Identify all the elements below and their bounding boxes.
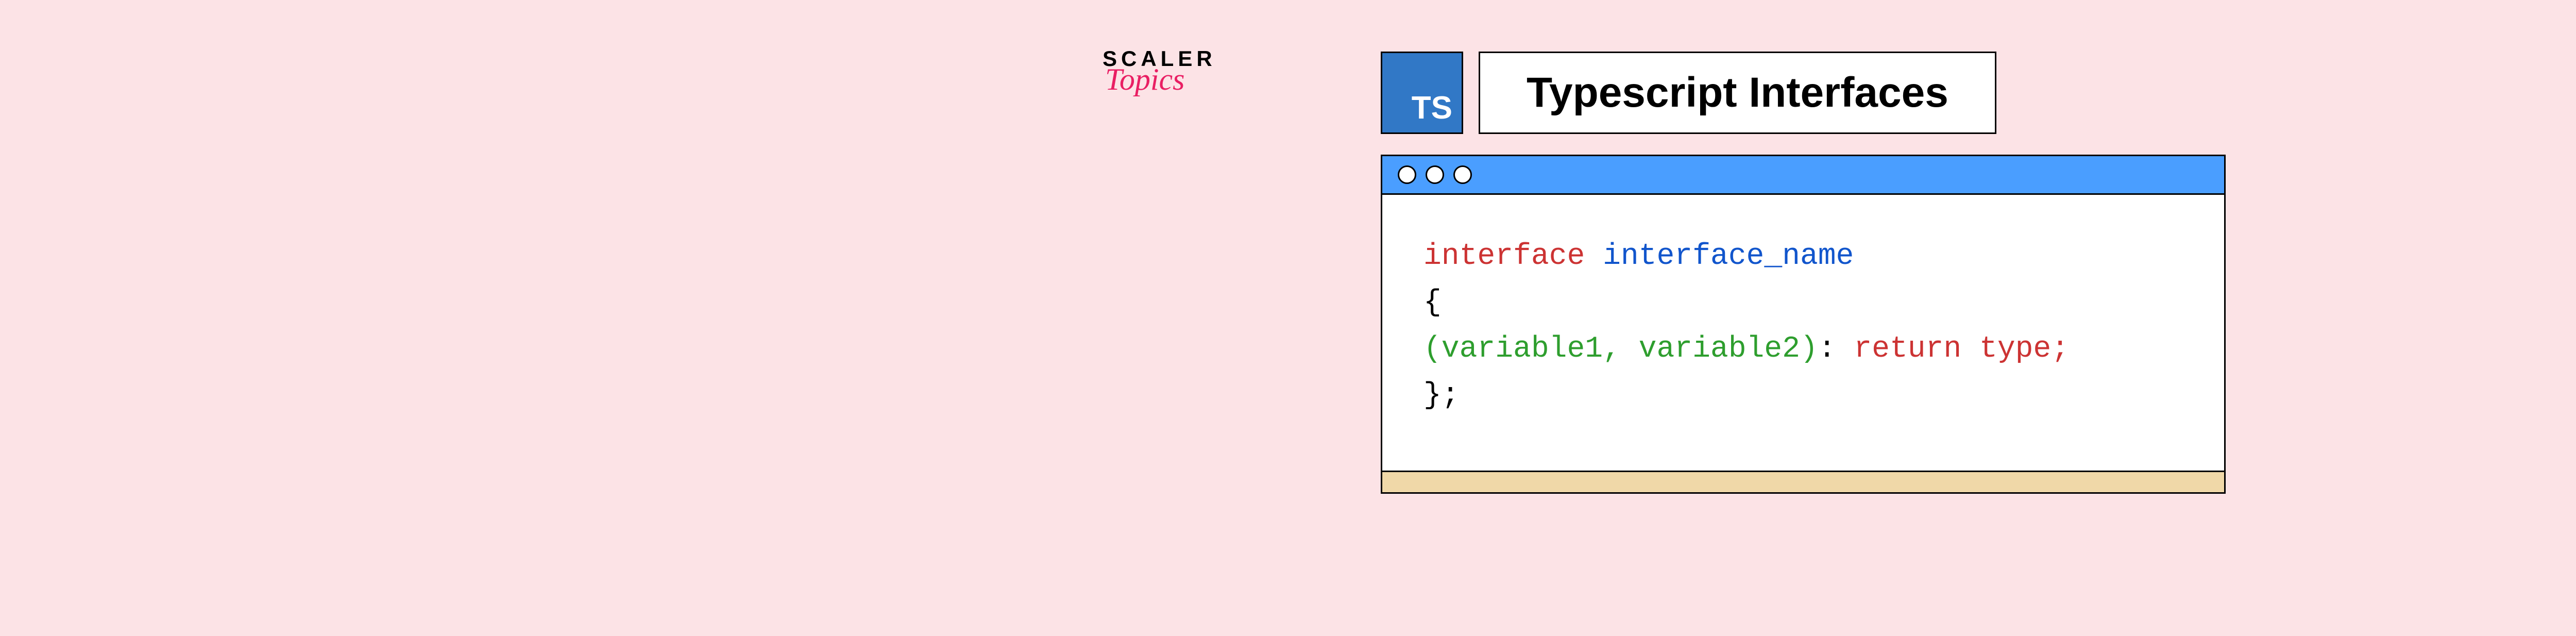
header-row: TS Typescript Interfaces [1381, 52, 2200, 134]
title-box: Typescript Interfaces [1479, 52, 1996, 134]
keyword-interface: interface [1423, 240, 1585, 273]
interface-name: interface_name [1603, 240, 1854, 273]
brace-close: }; [1423, 379, 1460, 412]
colon: : [1818, 332, 1854, 366]
window-dot-icon [1453, 165, 1472, 184]
return-type: type; [1961, 332, 2069, 366]
params: (variable1, variable2) [1423, 332, 1818, 366]
brace-open: { [1423, 286, 1442, 320]
window-dot-icon [1398, 165, 1416, 184]
code-window: interface interface_name { (variable1, v… [1381, 155, 2226, 494]
page-title: Typescript Interfaces [1527, 69, 1948, 117]
banner-container: SCALER Topics TS Typescript Interfaces i… [1170, 52, 2200, 494]
scaler-topics-logo: SCALER Topics [1103, 46, 1216, 97]
window-dot-icon [1426, 165, 1444, 184]
ts-badge-label: TS [1412, 90, 1452, 126]
code-line: interface interface_name [1423, 233, 2183, 280]
code-body: interface interface_name { (variable1, v… [1382, 195, 2224, 471]
code-line: }; [1423, 373, 2183, 419]
typescript-badge-icon: TS [1381, 52, 1463, 134]
code-line: (variable1, variable2): return type; [1423, 326, 2183, 373]
code-line: { [1423, 280, 2183, 326]
return-keyword: return [1854, 332, 1961, 366]
logo-topics-text: Topics [1105, 62, 1185, 97]
window-titlebar [1382, 156, 2224, 195]
window-footer-bar [1382, 471, 2224, 492]
